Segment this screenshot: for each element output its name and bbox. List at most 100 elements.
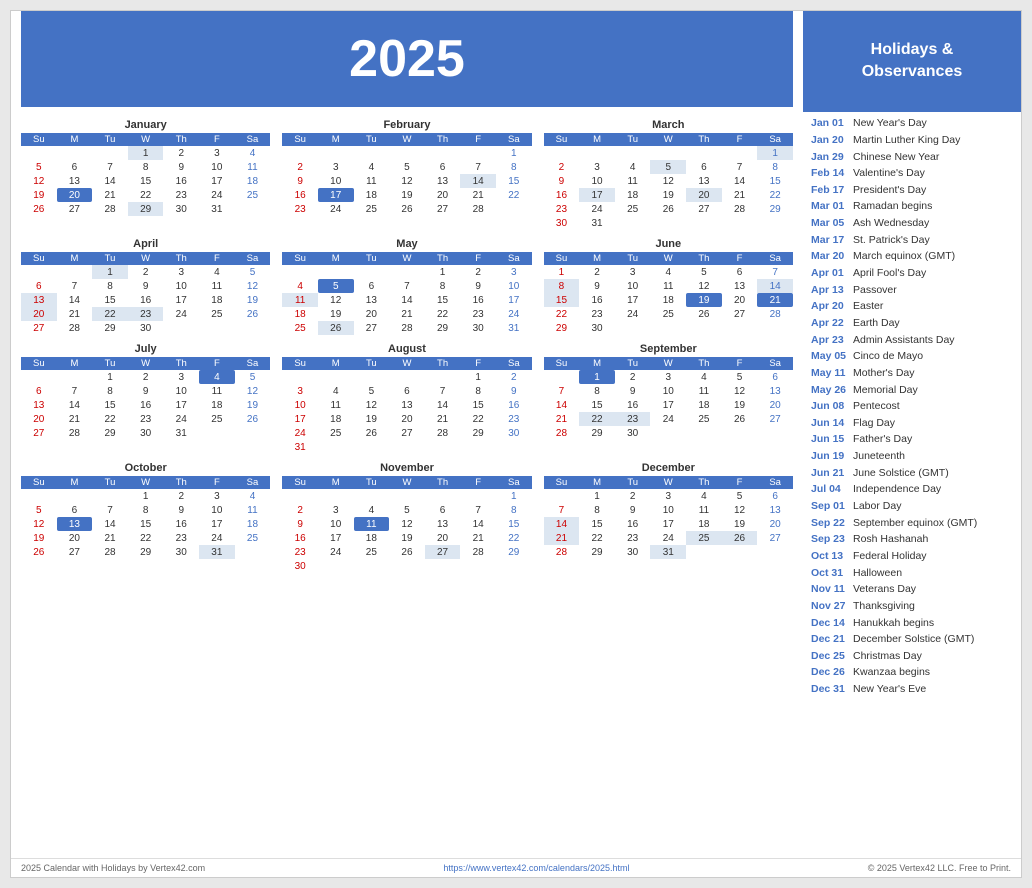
day-cell: 28 (425, 426, 461, 440)
day-cell: 28 (389, 321, 425, 335)
day-cell: 14 (389, 293, 425, 307)
day-cell (686, 545, 722, 559)
day-cell: 14 (722, 174, 758, 188)
day-cell: 12 (722, 503, 758, 517)
holiday-date: Apr 20 (811, 300, 853, 314)
day-cell: 29 (92, 321, 128, 335)
day-cell: 30 (163, 202, 199, 216)
day-cell: 29 (128, 545, 164, 559)
day-cell: 5 (722, 489, 758, 503)
footer-right: © 2025 Vertex42 LLC. Free to Print. (868, 863, 1011, 873)
day-cell (650, 426, 686, 440)
holiday-date: Mar 05 (811, 217, 853, 231)
list-item: Nov 27Thanksgiving (811, 598, 1013, 615)
day-cell: 29 (460, 426, 496, 440)
month-title-june: June (544, 238, 793, 250)
day-header-th: Th (686, 476, 722, 489)
day-cell (354, 489, 390, 503)
day-cell: 11 (235, 503, 271, 517)
day-cell: 22 (757, 188, 793, 202)
day-cell: 25 (354, 202, 390, 216)
month-block-june: JuneSuMTuWThFSa1234567891011121314151617… (544, 238, 793, 335)
day-cell: 1 (92, 370, 128, 384)
day-cell: 17 (282, 412, 318, 426)
holiday-date: Jan 01 (811, 117, 853, 131)
day-cell: 25 (199, 307, 235, 321)
month-table-january: SuMTuWThFSa12345678910111213141516171819… (21, 133, 270, 216)
day-cell: 8 (92, 279, 128, 293)
day-cell: 27 (57, 202, 93, 216)
day-cell: 31 (496, 321, 532, 335)
day-cell: 22 (496, 531, 532, 545)
day-cell: 31 (579, 216, 615, 230)
day-cell: 10 (199, 503, 235, 517)
day-cell: 25 (235, 188, 271, 202)
month-block-july: JulySuMTuWThFSa1234567891011121314151617… (21, 343, 270, 454)
day-cell: 15 (579, 398, 615, 412)
month-block-september: SeptemberSuMTuWThFSa12345678910111213141… (544, 343, 793, 454)
day-cell: 17 (163, 293, 199, 307)
month-block-january: JanuarySuMTuWThFSa1234567891011121314151… (21, 119, 270, 230)
day-cell: 26 (235, 412, 271, 426)
day-header-f: F (722, 476, 758, 489)
day-header-th: Th (425, 133, 461, 146)
list-item: Jun 21June Solstice (GMT) (811, 465, 1013, 482)
footer-link[interactable]: https://www.vertex42.com/calendars/2025.… (443, 863, 629, 873)
day-cell: 9 (282, 174, 318, 188)
list-item: May 26Memorial Day (811, 382, 1013, 399)
day-cell: 15 (544, 293, 580, 307)
holiday-name: Father's Day (853, 433, 912, 447)
day-header-sa: Sa (757, 476, 793, 489)
day-cell: 22 (579, 531, 615, 545)
list-item: May 05Cinco de Mayo (811, 349, 1013, 366)
day-cell (389, 489, 425, 503)
day-cell (425, 440, 461, 454)
holiday-date: Jun 15 (811, 433, 853, 447)
day-header-tu: Tu (92, 252, 128, 265)
day-cell (389, 265, 425, 279)
day-cell: 21 (757, 293, 793, 307)
day-cell: 16 (615, 517, 651, 531)
day-cell: 16 (128, 293, 164, 307)
day-cell: 29 (92, 426, 128, 440)
day-cell (57, 489, 93, 503)
day-cell: 25 (282, 321, 318, 335)
year-banner: 2025 (21, 11, 793, 107)
day-cell: 8 (496, 503, 532, 517)
day-header-w: W (128, 357, 164, 370)
day-cell: 31 (199, 202, 235, 216)
day-cell: 18 (199, 398, 235, 412)
day-cell: 28 (757, 307, 793, 321)
day-cell (686, 426, 722, 440)
day-cell: 12 (318, 293, 354, 307)
day-cell: 4 (650, 265, 686, 279)
day-header-su: Su (544, 357, 580, 370)
day-cell: 5 (21, 503, 57, 517)
holiday-name: Martin Luther King Day (853, 134, 960, 148)
day-cell (318, 265, 354, 279)
holiday-date: Apr 22 (811, 317, 853, 331)
day-cell: 4 (199, 370, 235, 384)
list-item: Nov 11Veterans Day (811, 582, 1013, 599)
day-cell: 7 (460, 503, 496, 517)
day-cell: 13 (757, 384, 793, 398)
day-cell (496, 559, 532, 573)
month-table-september: SuMTuWThFSa12345678910111213141516171819… (544, 357, 793, 440)
day-cell: 28 (57, 426, 93, 440)
list-item: Jan 01New Year's Day (811, 116, 1013, 133)
day-cell: 16 (128, 398, 164, 412)
day-cell: 9 (615, 503, 651, 517)
day-cell: 2 (615, 489, 651, 503)
day-header-f: F (199, 357, 235, 370)
holiday-name: March equinox (GMT) (853, 250, 955, 264)
holiday-name: Mother's Day (853, 367, 915, 381)
day-cell: 25 (686, 412, 722, 426)
day-cell (354, 146, 390, 160)
month-title-october: October (21, 462, 270, 474)
day-cell: 22 (544, 307, 580, 321)
day-header-f: F (199, 476, 235, 489)
holiday-name: Labor Day (853, 500, 901, 514)
day-cell: 10 (615, 279, 651, 293)
day-cell: 12 (21, 174, 57, 188)
day-cell (615, 321, 651, 335)
